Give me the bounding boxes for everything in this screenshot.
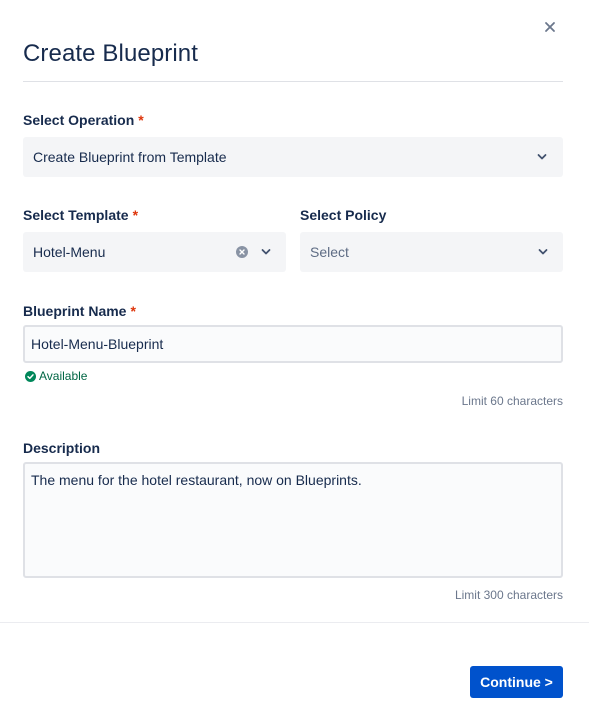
blueprint-name-input[interactable] xyxy=(23,325,563,363)
operation-selected-value: Create Blueprint from Template xyxy=(33,149,227,165)
description-textarea[interactable]: The menu for the hotel restaurant, now o… xyxy=(23,462,563,578)
description-label: Description xyxy=(23,440,101,456)
template-selected-value: Hotel-Menu xyxy=(33,244,106,260)
operation-label-text: Select Operation xyxy=(23,112,135,128)
check-circle-icon xyxy=(25,370,36,382)
policy-placeholder: Select xyxy=(310,244,349,260)
policy-select[interactable]: Select xyxy=(300,232,563,272)
description-limit-text: Limit 300 characters xyxy=(454,588,563,602)
clear-icon[interactable] xyxy=(236,246,248,258)
chevron-down-icon xyxy=(537,154,547,160)
policy-label: Select Policy xyxy=(300,207,387,223)
availability-text: Available xyxy=(39,369,88,383)
modal-title: Create Blueprint xyxy=(23,40,199,67)
chevron-down-icon xyxy=(538,249,548,255)
continue-button[interactable]: Continue > xyxy=(470,666,563,698)
template-select[interactable]: Hotel-Menu xyxy=(23,232,286,272)
availability-status: Available xyxy=(25,369,87,383)
template-label-text: Select Template xyxy=(23,207,129,223)
name-limit-text: Limit 60 characters xyxy=(461,394,563,408)
title-divider xyxy=(23,81,563,82)
template-required-marker: * xyxy=(132,207,139,223)
blueprint-name-label: Blueprint Name * xyxy=(23,303,136,319)
operation-required-marker: * xyxy=(138,112,144,128)
blueprint-name-required-marker: * xyxy=(130,303,136,319)
create-blueprint-modal: Create Blueprint Select Operation * Creat… xyxy=(0,0,589,721)
footer-divider xyxy=(0,622,589,623)
close-icon xyxy=(545,22,555,32)
blueprint-name-label-text: Blueprint Name xyxy=(23,303,127,319)
template-label: Select Template * xyxy=(23,207,138,223)
operation-label: Select Operation * xyxy=(23,112,144,128)
operation-select[interactable]: Create Blueprint from Template xyxy=(23,137,563,177)
chevron-down-icon xyxy=(261,249,271,255)
close-button[interactable] xyxy=(540,17,560,37)
